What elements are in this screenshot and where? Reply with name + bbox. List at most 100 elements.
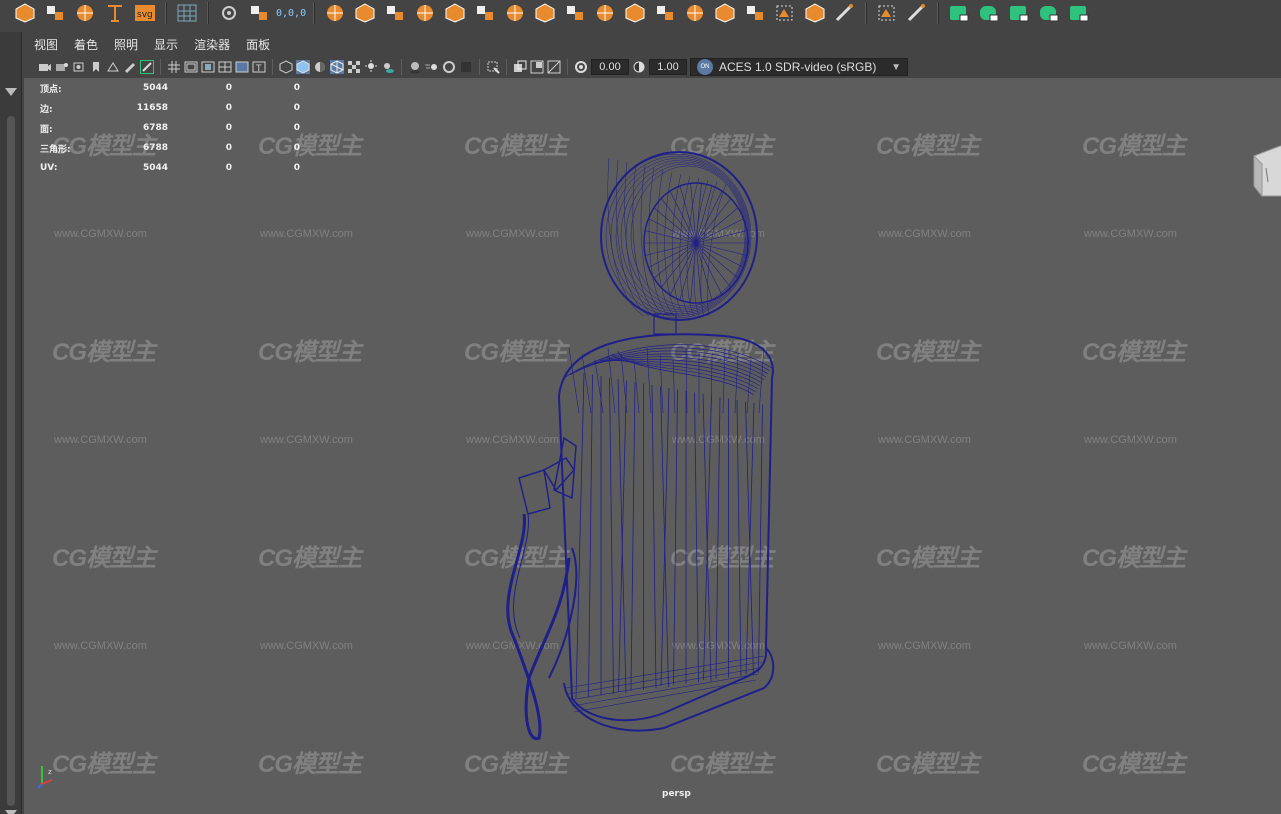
- sphere-orange-icon[interactable]: [802, 2, 828, 24]
- merge-icon[interactable]: [532, 2, 558, 24]
- bevel-icon[interactable]: [352, 2, 378, 24]
- move-xyz-icon[interactable]: [246, 2, 272, 24]
- toolbar-separator: [160, 59, 161, 75]
- shelf-separator: [865, 2, 868, 24]
- shelf-separator: [207, 2, 209, 24]
- safe-action-icon[interactable]: T: [252, 60, 266, 74]
- xray-active-icon[interactable]: [547, 60, 561, 74]
- split-icon[interactable]: [562, 2, 588, 24]
- xray-icon[interactable]: [513, 60, 527, 74]
- default-material-icon[interactable]: [313, 60, 327, 74]
- render-rounded-icon[interactable]: [976, 2, 1002, 24]
- extrude-icon[interactable]: [472, 2, 498, 24]
- shadows-icon[interactable]: [381, 60, 395, 74]
- menu-view[interactable]: 视图: [34, 36, 58, 53]
- text-tool-icon[interactable]: [102, 2, 128, 24]
- menu-renderer[interactable]: 渲染器: [194, 36, 230, 53]
- menu-panels[interactable]: 面板: [246, 36, 270, 53]
- cube-multi-icon[interactable]: [412, 2, 438, 24]
- render-square-icon[interactable]: [946, 2, 972, 24]
- triangle-select-icon[interactable]: [772, 2, 798, 24]
- svg-text:svg: svg: [137, 10, 153, 20]
- multisample-aa-icon[interactable]: [442, 60, 456, 74]
- exposure-icon[interactable]: [574, 60, 588, 74]
- bookmark-icon[interactable]: [89, 60, 103, 74]
- panel-toolbar: T 0.00 1.00 ON ACES 1.0 SDR-video (sRGB)…: [24, 56, 1281, 78]
- axis-indicator-icon: z: [37, 766, 53, 789]
- select-box-icon[interactable]: [874, 2, 900, 24]
- poly-sphere-icon[interactable]: [12, 2, 38, 24]
- left-scrollbar[interactable]: [7, 116, 15, 806]
- camera-icon[interactable]: [38, 60, 52, 74]
- render-sphere-icon[interactable]: [1006, 2, 1032, 24]
- view-cube-icon[interactable]: [1252, 138, 1281, 208]
- xray-joints-icon[interactable]: [530, 60, 544, 74]
- image-plane-icon[interactable]: [106, 60, 120, 74]
- toolbar-separator: [272, 59, 273, 75]
- knife-icon[interactable]: [832, 2, 858, 24]
- svg-icon[interactable]: svg: [132, 2, 158, 24]
- lights-icon[interactable]: [364, 60, 378, 74]
- left-rail: [0, 32, 22, 814]
- cube-stack-icon[interactable]: [742, 2, 768, 24]
- gamma-field[interactable]: 1.00: [649, 59, 687, 75]
- camera-target-icon[interactable]: [216, 2, 242, 24]
- svg-text:T: T: [255, 64, 262, 73]
- grease-pencil-icon[interactable]: [123, 60, 137, 74]
- cube-open-icon[interactable]: [592, 2, 618, 24]
- cube-orange-icon[interactable]: [712, 2, 738, 24]
- brush-icon[interactable]: [904, 2, 930, 24]
- isolate-select-icon[interactable]: [486, 60, 500, 74]
- 3d-viewport[interactable]: CG模型主 www.CGMXW.com CG模型主 www.CGMXW.com CG模型…: [24, 78, 1281, 814]
- cube-unfold-icon[interactable]: [652, 2, 678, 24]
- gamma-icon[interactable]: [632, 60, 646, 74]
- menu-lighting[interactable]: 照明: [114, 36, 138, 53]
- viewport-panel: 视图 着色 照明 显示 渲染器 面板 T 0.00 1.00 ON ACES 1…: [24, 32, 1281, 814]
- view-transform-dropdown[interactable]: ON ACES 1.0 SDR-video (sRGB) ▼: [690, 58, 908, 76]
- view-transform-value: ACES 1.0 SDR-video (sRGB): [719, 60, 877, 74]
- camera-lock-icon[interactable]: [55, 60, 69, 74]
- render-flat-icon[interactable]: [1066, 2, 1092, 24]
- chevron-down-icon: ▼: [891, 61, 901, 73]
- film-gate-icon[interactable]: [184, 60, 198, 74]
- wireframe-cube-icon[interactable]: [279, 60, 293, 74]
- 2d-pan-zoom-icon[interactable]: [140, 60, 154, 74]
- shelf-separator: [937, 2, 940, 24]
- depth-of-field-icon[interactable]: [459, 60, 473, 74]
- sparkle-icon[interactable]: [42, 2, 68, 24]
- grid-toggle-icon[interactable]: [167, 60, 181, 74]
- shelf-separator: [313, 2, 316, 24]
- render-cube-icon[interactable]: [1036, 2, 1062, 24]
- gate-mask-icon[interactable]: [218, 60, 232, 74]
- cube-planar-icon[interactable]: [622, 2, 648, 24]
- camera-name-label: persp: [662, 789, 691, 799]
- cube-front-icon[interactable]: [382, 2, 408, 24]
- curve-icon[interactable]: [72, 2, 98, 24]
- snap-icon[interactable]: [322, 2, 348, 24]
- field-chart-icon[interactable]: [235, 60, 249, 74]
- sphere-grid-icon[interactable]: [682, 2, 708, 24]
- camera-attrs-icon[interactable]: [72, 60, 86, 74]
- toolbar-separator: [567, 59, 568, 75]
- wireframe-on-shaded-icon[interactable]: [330, 60, 344, 74]
- exposure-field[interactable]: 0.00: [591, 59, 629, 75]
- textured-icon[interactable]: [347, 60, 361, 74]
- menu-shading[interactable]: 着色: [74, 36, 98, 53]
- smooth-shade-icon[interactable]: [296, 60, 310, 74]
- scroll-down-arrow[interactable]: [5, 810, 17, 814]
- color-management-badge[interactable]: ON: [697, 59, 713, 75]
- tool-shelf: svg 0,0,0: [0, 0, 1281, 26]
- grid-icon[interactable]: [174, 2, 200, 24]
- toolbar-separator: [401, 59, 402, 75]
- panel-menubar: 视图 着色 照明 显示 渲染器 面板: [24, 32, 1281, 56]
- ambient-occlusion-icon[interactable]: [408, 60, 422, 74]
- menu-show[interactable]: 显示: [154, 36, 178, 53]
- motion-blur-icon[interactable]: [425, 60, 439, 74]
- svg-text:z: z: [48, 768, 52, 776]
- toolbar-separator: [506, 59, 507, 75]
- scroll-up-arrow[interactable]: [5, 88, 17, 96]
- bridge-icon[interactable]: [442, 2, 468, 24]
- subdivide-icon[interactable]: [502, 2, 528, 24]
- resolution-gate-icon[interactable]: [201, 60, 215, 74]
- gas-pump-wireframe[interactable]: [24, 78, 1281, 814]
